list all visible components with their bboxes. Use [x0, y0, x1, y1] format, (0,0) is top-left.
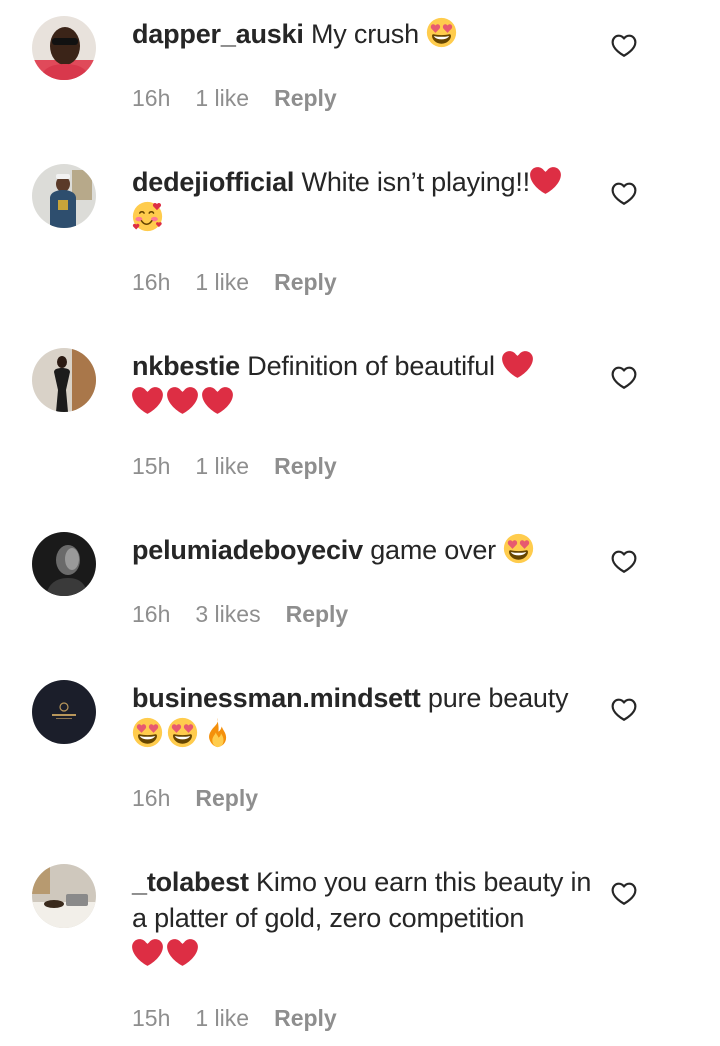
red-heart-emoji	[167, 385, 198, 416]
comment-meta: 16h 1 like Reply	[132, 84, 362, 112]
like-count[interactable]: 1 like	[195, 85, 249, 111]
heart-eyes-emoji	[426, 17, 457, 48]
heart-outline-icon[interactable]	[611, 698, 637, 722]
timestamp: 16h	[132, 269, 171, 295]
heart-eyes-emoji	[503, 533, 534, 564]
red-heart-emoji	[202, 385, 233, 416]
heart-outline-icon[interactable]	[611, 550, 637, 574]
timestamp: 16h	[132, 601, 171, 627]
like-count[interactable]: 1 like	[195, 1005, 249, 1031]
heart-outline-icon[interactable]	[611, 182, 637, 206]
username[interactable]: dapper_auski	[132, 19, 304, 49]
username[interactable]: pelumiadeboyeciv	[132, 535, 363, 565]
heart-outline-icon[interactable]	[611, 34, 637, 58]
avatar[interactable]	[32, 864, 96, 928]
comment-meta: 16h Reply	[132, 784, 283, 812]
heart-eyes-emoji	[132, 717, 163, 748]
red-heart-emoji	[502, 349, 533, 380]
timestamp: 16h	[132, 85, 171, 111]
comment-body: Definition of beautiful	[247, 351, 495, 381]
like-count[interactable]: 3 likes	[195, 601, 260, 627]
red-heart-emoji	[132, 937, 163, 968]
comment-text: dedejiofficial White isn’t playing!!	[132, 164, 592, 236]
red-heart-emoji	[132, 385, 163, 416]
avatar[interactable]	[32, 348, 96, 412]
comment-meta: 15h 1 like Reply	[132, 452, 362, 480]
comment-text: _tolabest Kimo you earn this beauty in a…	[132, 864, 592, 972]
comment-meta: 15h 1 like Reply	[132, 1004, 362, 1032]
comment-meta: 16h 3 likes Reply	[132, 600, 373, 628]
avatar[interactable]	[32, 16, 96, 80]
comment-text: nkbestie Definition of beautiful	[132, 348, 592, 420]
reply-button[interactable]: Reply	[274, 1005, 337, 1031]
username[interactable]: businessman.mindsett	[132, 683, 421, 713]
username[interactable]: _tolabest	[132, 867, 249, 897]
timestamp: 16h	[132, 785, 171, 811]
reply-button[interactable]: Reply	[274, 269, 337, 295]
comment-text: businessman.mindsett pure beauty	[132, 680, 592, 752]
reply-button[interactable]: Reply	[274, 85, 337, 111]
avatar[interactable]	[32, 532, 96, 596]
reply-button[interactable]: Reply	[195, 785, 258, 811]
username[interactable]: dedejiofficial	[132, 167, 294, 197]
heart-outline-icon[interactable]	[611, 882, 637, 906]
avatar[interactable]	[32, 680, 96, 744]
comment-body: My crush	[311, 19, 419, 49]
fire-emoji	[202, 717, 233, 748]
red-heart-emoji	[530, 165, 561, 196]
like-count[interactable]: 1 like	[195, 453, 249, 479]
red-heart-emoji	[167, 937, 198, 968]
comment-body: game over	[370, 535, 496, 565]
avatar[interactable]	[32, 164, 96, 228]
smiling-face-with-hearts-emoji	[132, 201, 163, 232]
comment-text: dapper_auski My crush	[132, 16, 592, 52]
like-count[interactable]: 1 like	[195, 269, 249, 295]
comment-text: pelumiadeboyeciv game over	[132, 532, 592, 568]
timestamp: 15h	[132, 453, 171, 479]
heart-eyes-emoji	[167, 717, 198, 748]
reply-button[interactable]: Reply	[286, 601, 349, 627]
comment-body: White isn’t playing!!	[301, 167, 531, 197]
comment-meta: 16h 1 like Reply	[132, 268, 362, 296]
comment-body: pure beauty	[427, 683, 569, 713]
timestamp: 15h	[132, 1005, 171, 1031]
username[interactable]: nkbestie	[132, 351, 240, 381]
heart-outline-icon[interactable]	[611, 366, 637, 390]
reply-button[interactable]: Reply	[274, 453, 337, 479]
